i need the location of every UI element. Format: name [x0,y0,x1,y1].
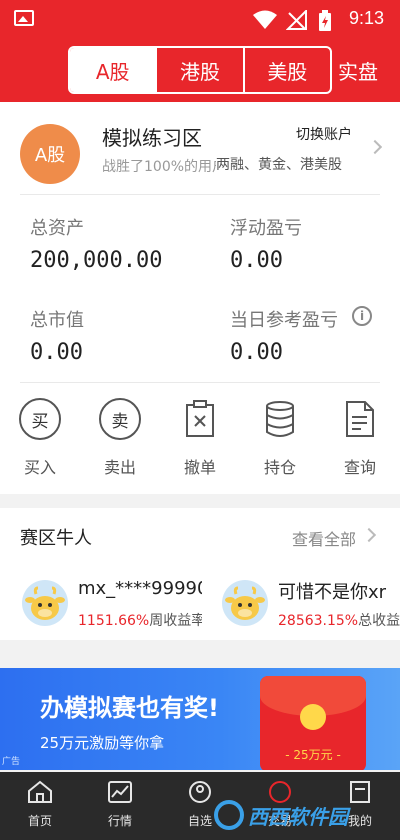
top-bar: 9:13 A股 港股 美股 实盘 [0,0,400,102]
trade-actions: 买 买入 卖 卖出 撤单 持仓 查询 [0,398,400,478]
account-subtitle: 战胜了100%的用户 [102,159,227,175]
nav-label: 行情 [107,814,132,828]
sell-label: 卖出 [103,458,136,477]
no-signal-icon [286,10,307,30]
trader-return: 28563.15%总收益率 [278,610,400,630]
top-traders-section: 赛区牛人 查看全部 mx_****99990 1151.66%周收益率 可惜不是… [0,508,400,640]
chevron-right-icon[interactable] [367,139,383,155]
return-unit: 总收益率 [358,613,400,629]
cow-avatar-icon [222,580,268,626]
floating-pnl-label: 浮动盈亏 [230,218,302,239]
coin-icon [300,704,326,730]
account-avatar: A股 [20,124,80,184]
tab-us-share[interactable]: 美股 [245,48,330,92]
red-envelope-icon: - 25万元 - [260,676,366,770]
tab-hk-share[interactable]: 港股 [157,48,245,92]
account-card: A股 模拟练习区 战胜了100%的用户 切换账户 两融、黄金、港美股 总资产 2… [0,102,400,494]
image-notification-icon [14,10,34,26]
nav-market[interactable]: 行情 [85,780,155,829]
watermark-logo-icon [214,800,244,830]
sell-icon: 卖 [99,398,141,440]
total-assets-label: 总资产 [30,218,84,239]
see-all-link[interactable]: 查看全部 [292,526,356,550]
query-icon [339,398,381,440]
position-icon [259,398,301,440]
status-bar: 9:13 [0,0,400,38]
total-assets-value: 200,000.00 [30,248,163,273]
buy-icon: 买 [19,398,61,440]
cow-avatar-icon [22,580,68,626]
position-button[interactable]: 持仓 [250,398,310,478]
market-segment-control: A股 港股 美股 [68,46,332,94]
switch-account-button[interactable]: 切换账户 [296,124,352,144]
cancel-order-button[interactable]: 撤单 [170,398,230,478]
nav-home[interactable]: 首页 [5,780,75,829]
buy-button[interactable]: 买 买入 [10,398,70,478]
site-watermark: 西西软件园 [214,790,400,840]
divider [20,382,380,383]
status-time: 9:13 [348,8,384,28]
buy-label: 买入 [23,458,56,477]
account-tags: 两融、黄金、港美股 [216,154,342,174]
trader-name: mx_****99990 [78,578,202,599]
watchlist-icon [189,781,211,803]
position-label: 持仓 [263,458,296,477]
chevron-right-icon[interactable] [361,527,377,543]
sell-button[interactable]: 卖 卖出 [90,398,150,478]
info-icon[interactable]: i [352,306,372,326]
ad-label: 广告 [2,757,21,767]
trader-card[interactable]: 可惜不是你xr 28563.15%总收益率 [222,572,400,632]
market-value-label: 总市值 [30,310,84,331]
nav-label: 首页 [27,814,52,828]
envelope-amount: - 25万元 - [285,748,341,762]
trader-return: 1151.66%周收益率 [78,610,202,630]
cancel-order-label: 撤单 [183,458,216,477]
banner-headline: 办模拟赛也有奖! [40,694,219,722]
account-title: 模拟练习区 [102,126,202,150]
promo-banner[interactable]: 办模拟赛也有奖! 25万元激励等你拿 广告 - 25万元 - [0,668,400,770]
daily-pnl-label: 当日参考盈亏 [230,310,338,331]
floating-pnl-value: 0.00 [230,248,283,273]
return-percent: 28563.15% [278,613,359,629]
trader-name: 可惜不是你xr [278,582,387,603]
section-title: 赛区牛人 [20,528,92,549]
market-icon [108,781,132,803]
daily-pnl-value: 0.00 [230,340,283,365]
return-percent: 1151.66% [78,613,150,629]
query-label: 查询 [343,458,376,477]
home-icon [28,780,52,803]
watermark-text: 西西软件园 [248,804,348,829]
query-button[interactable]: 查询 [330,398,390,478]
divider [20,194,380,195]
market-value-value: 0.00 [30,340,83,365]
return-unit: 周收益率 [149,613,202,629]
trader-card[interactable]: mx_****99990 1151.66%周收益率 [22,572,202,632]
battery-charging-icon [319,10,331,31]
tab-a-share[interactable]: A股 [70,48,158,92]
wifi-icon [253,10,277,29]
real-trade-button[interactable]: 实盘 [338,56,378,85]
banner-subtext: 25万元激励等你拿 [40,734,165,752]
cancel-order-icon [179,398,221,440]
